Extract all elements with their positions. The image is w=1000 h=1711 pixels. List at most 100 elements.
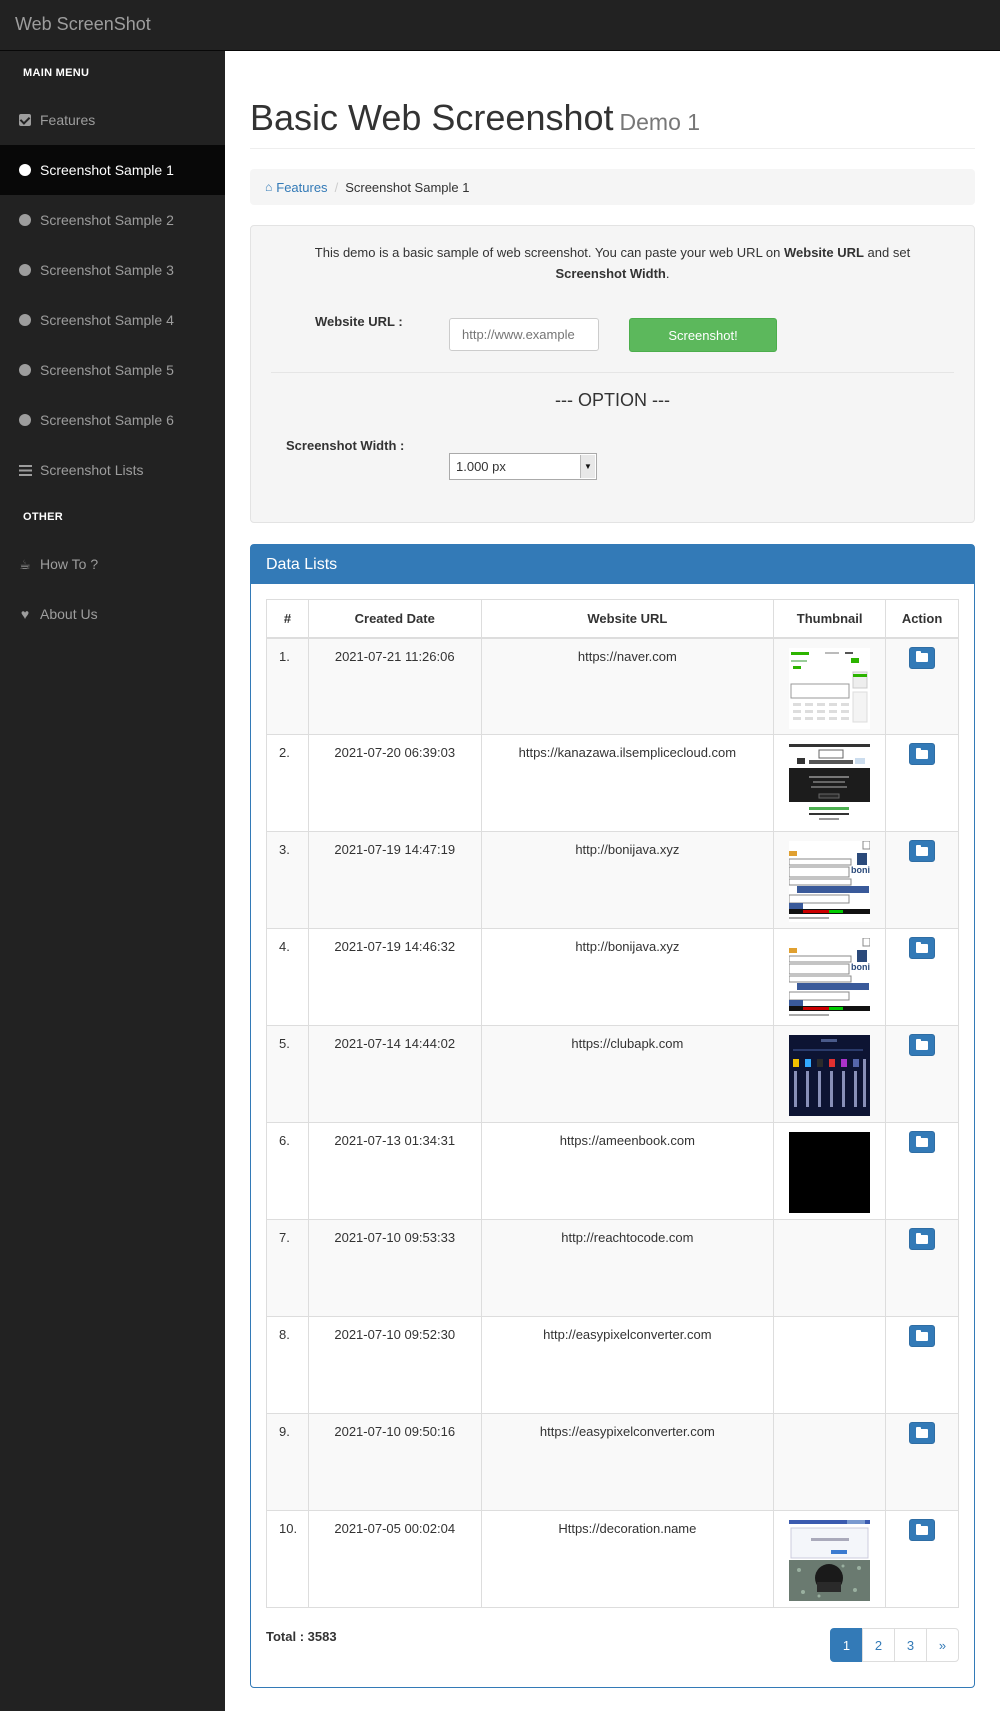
- screenshot-button[interactable]: Screenshot!: [629, 318, 777, 352]
- option-title: --- OPTION ---: [555, 390, 670, 410]
- row-created-date: 2021-07-10 09:50:16: [307, 1413, 482, 1511]
- page-link-next[interactable]: »: [926, 1628, 959, 1662]
- sidebar-item-screenshot-sample-5[interactable]: Screenshot Sample 5: [0, 345, 225, 395]
- row-number: 5.: [266, 1025, 309, 1123]
- screenshot-width-value: 1.000 px: [456, 459, 506, 474]
- sidebar-item-screenshot-sample-1[interactable]: Screenshot Sample 1: [0, 145, 225, 195]
- page-link-2[interactable]: 2: [862, 1628, 895, 1662]
- open-folder-button[interactable]: [909, 1034, 936, 1056]
- heart-icon: ♥: [20, 606, 30, 622]
- row-action: [885, 928, 959, 1026]
- row-action: [885, 1413, 959, 1511]
- folder-open-icon: [916, 1232, 929, 1244]
- row-thumbnail: boni: [773, 831, 887, 929]
- row-action: [885, 637, 959, 735]
- row-number: 7.: [266, 1219, 309, 1317]
- sidebar-item-screenshot-sample-2[interactable]: Screenshot Sample 2: [0, 195, 225, 245]
- row-created-date: 2021-07-10 09:53:33: [307, 1219, 482, 1317]
- total-count: Total : 3583: [266, 1629, 337, 1644]
- row-number: 8.: [266, 1316, 309, 1414]
- open-folder-button[interactable]: [909, 1519, 936, 1541]
- website-url-input[interactable]: [449, 318, 599, 351]
- table-row: 7. 2021-07-10 09:53:33 http://reachtocode.…: [266, 1219, 959, 1317]
- folder-open-icon: [916, 844, 929, 856]
- coffee-icon: ☕: [19, 556, 31, 572]
- thumbnail-image[interactable]: [789, 744, 871, 825]
- row-thumbnail: boni: [773, 928, 887, 1026]
- page-link-3[interactable]: 3: [894, 1628, 927, 1662]
- row-created-date: 2021-07-05 00:02:04: [307, 1510, 482, 1608]
- thumbnail-image[interactable]: [789, 1035, 871, 1116]
- row-action: [885, 831, 959, 929]
- row-action: [885, 1122, 959, 1220]
- form-description: This demo is a basic sample of web scree…: [314, 245, 911, 281]
- row-number: 3.: [266, 831, 309, 929]
- row-created-date: 2021-07-14 14:44:02: [307, 1025, 482, 1123]
- sidebar-item-label: Features: [40, 112, 96, 128]
- sidebar-item-about-us[interactable]: ♥ About Us: [0, 589, 225, 639]
- row-website-url: http://reachtocode.com: [480, 1219, 775, 1317]
- row-number: 10.: [266, 1510, 309, 1608]
- table-row: 1. 2021-07-21 11:26:06 https://naver.com: [266, 637, 959, 735]
- page-link-1[interactable]: 1: [830, 1628, 863, 1662]
- open-folder-button[interactable]: [909, 1131, 936, 1153]
- circle-icon: [18, 313, 32, 327]
- panel-title: Data Lists: [251, 545, 974, 584]
- breadcrumb: ⌂ Features / Screenshot Sample 1: [250, 169, 975, 205]
- open-folder-button[interactable]: [909, 937, 936, 959]
- table-row: 9. 2021-07-10 09:50:16 https://easypixelco…: [266, 1413, 959, 1511]
- open-folder-button[interactable]: [909, 840, 936, 862]
- row-created-date: 2021-07-21 11:26:06: [307, 637, 482, 735]
- check-square-icon: [18, 113, 32, 127]
- sidebar-item-features[interactable]: Features: [0, 95, 225, 145]
- sidebar-item-how-to[interactable]: ☕ How To ?: [0, 539, 225, 589]
- main-content: Basic Web Screenshot Demo 1 ⌂ Features / …: [250, 51, 975, 1688]
- row-created-date: 2021-07-13 01:34:31: [307, 1122, 482, 1220]
- table-header-row: # Created Date Website URL Thumbnail Act…: [266, 599, 959, 639]
- top-navbar: Web ScreenShot: [0, 0, 1000, 51]
- sidebar: MAIN MENU Features Screenshot Sample 1 S…: [0, 51, 225, 1711]
- sidebar-item-label: Screenshot Sample 5: [40, 362, 174, 378]
- sidebar-item-label: Screenshot Sample 3: [40, 262, 174, 278]
- screenshot-form: This demo is a basic sample of web scree…: [250, 225, 975, 523]
- column-header-created-date: Created Date: [307, 599, 482, 639]
- row-action: [885, 1219, 959, 1317]
- row-thumbnail: [773, 1122, 887, 1220]
- thumbnail-image[interactable]: [789, 1520, 871, 1601]
- thumbnail-image[interactable]: boni: [788, 840, 871, 922]
- other-header: OTHER: [23, 511, 63, 523]
- open-folder-button[interactable]: [909, 1228, 936, 1250]
- open-folder-button[interactable]: [909, 743, 936, 765]
- row-website-url: https://easypixelconverter.com: [480, 1413, 775, 1511]
- row-thumbnail: [773, 1219, 887, 1317]
- sidebar-item-label: Screenshot Sample 4: [40, 312, 174, 328]
- sidebar-item-label: How To ?: [40, 556, 99, 572]
- thumbnail-image[interactable]: [789, 1132, 871, 1213]
- breadcrumb-home-link[interactable]: ⌂ Features: [265, 180, 328, 195]
- table-row: 5. 2021-07-14 14:44:02 https://clubapk.com: [266, 1025, 959, 1123]
- row-website-url: https://naver.com: [480, 637, 775, 735]
- main-menu-header: MAIN MENU: [23, 67, 90, 79]
- open-folder-button[interactable]: [909, 1325, 936, 1347]
- row-created-date: 2021-07-19 14:46:32: [307, 928, 482, 1026]
- sidebar-item-screenshot-sample-3[interactable]: Screenshot Sample 3: [0, 245, 225, 295]
- sidebar-item-screenshot-sample-4[interactable]: Screenshot Sample 4: [0, 295, 225, 345]
- row-created-date: 2021-07-20 06:39:03: [307, 734, 482, 832]
- thumbnail-image[interactable]: boni: [788, 937, 871, 1019]
- thumbnail-image[interactable]: [789, 647, 871, 729]
- table-row: 10. 2021-07-05 00:02:04 Https://decoration…: [266, 1510, 959, 1608]
- row-thumbnail: [773, 1413, 887, 1511]
- brand-link[interactable]: Web ScreenShot: [15, 14, 151, 35]
- list-icon: [18, 463, 32, 477]
- sidebar-item-screenshot-sample-6[interactable]: Screenshot Sample 6: [0, 395, 225, 445]
- sidebar-item-screenshot-lists[interactable]: Screenshot Lists: [0, 445, 225, 495]
- folder-open-icon: [916, 1426, 929, 1438]
- screenshot-width-select[interactable]: 1.000 px ▼: [449, 453, 597, 480]
- row-number: 4.: [266, 928, 309, 1026]
- data-lists-panel: Data Lists # Created Date Website URL Th…: [250, 544, 975, 1688]
- page-header: Basic Web Screenshot Demo 1: [250, 97, 975, 149]
- chevron-down-icon: ▼: [580, 455, 595, 478]
- open-folder-button[interactable]: [909, 646, 936, 669]
- circle-icon: [18, 163, 32, 177]
- open-folder-button[interactable]: [909, 1422, 936, 1444]
